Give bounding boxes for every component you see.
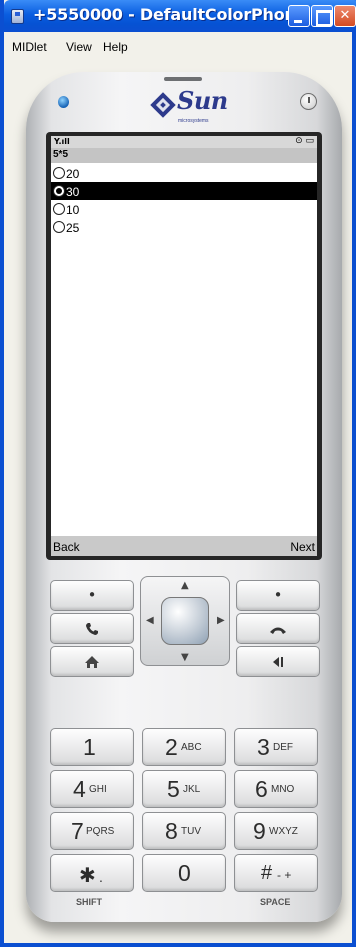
key-digit: 9	[253, 818, 266, 844]
key-digit: 4	[73, 776, 86, 802]
menu-bar: MIDlet View Help	[4, 32, 352, 62]
window-title: +5550000 - DefaultColorPhone	[33, 5, 307, 24]
phone-screen: Y.ıll ⊙ ▭ 5*5 20 30 10 25 Back Next	[51, 136, 317, 556]
key-letters: - +	[277, 868, 292, 882]
key-letters: GHI	[89, 784, 107, 795]
right-softkey-button[interactable]: •	[236, 580, 320, 611]
key-digit: 5	[167, 776, 180, 802]
app-icon	[11, 9, 24, 24]
dpad-left-icon[interactable]: ◀	[146, 615, 154, 626]
menu-view[interactable]: View	[66, 40, 92, 54]
radio-button[interactable]	[53, 203, 65, 215]
radio-button-checked[interactable]	[53, 185, 65, 197]
title-bar[interactable]: +5550000 - DefaultColorPhone ✕	[4, 0, 356, 32]
back-arrow-icon	[273, 657, 283, 667]
status-bar: Y.ıll ⊙ ▭	[51, 136, 317, 148]
minimize-button[interactable]	[288, 5, 310, 27]
key-2[interactable]: 2 ABC	[142, 728, 226, 766]
key-star[interactable]: ✱ .	[50, 854, 134, 892]
key-0[interactable]: 0	[142, 854, 226, 892]
close-button[interactable]: ✕	[334, 5, 356, 27]
home-icon	[85, 656, 99, 668]
key-digit: 1	[83, 734, 96, 760]
emulator-window: +5550000 - DefaultColorPhone ✕ MIDlet Vi…	[0, 0, 356, 947]
key-3[interactable]: 3 DEF	[234, 728, 318, 766]
brand-name: Sun	[177, 86, 228, 115]
dpad: ▲ ▼ ◀ ▶	[140, 576, 230, 666]
softkey-bar: Back Next	[51, 536, 317, 556]
radio-button[interactable]	[53, 221, 65, 233]
dpad-select-button[interactable]	[161, 597, 209, 645]
key-digit: 8	[165, 818, 178, 844]
choice-label: 25	[66, 221, 80, 235]
choice-item[interactable]: 20	[51, 164, 317, 182]
home-button[interactable]	[50, 646, 134, 677]
key-digit: 3	[257, 734, 270, 760]
dpad-down-icon[interactable]: ▼	[181, 652, 189, 663]
key-digit: 0	[178, 860, 191, 886]
key-digit: 2	[165, 734, 178, 760]
space-label: SPACE	[260, 897, 291, 907]
key-letters: PQRS	[86, 826, 115, 837]
key-letters: WXYZ	[269, 826, 298, 837]
clear-button[interactable]	[236, 646, 320, 677]
key-letters: .	[99, 869, 103, 885]
key-letters: JKL	[183, 784, 201, 795]
choice-label: 10	[66, 203, 80, 217]
key-6[interactable]: 6 MNO	[234, 770, 318, 808]
key-9[interactable]: 9 WXYZ	[234, 812, 318, 850]
key-digit: #	[261, 862, 273, 884]
key-digit: 6	[255, 776, 268, 802]
phone-icon	[86, 623, 98, 635]
led-indicator	[58, 96, 69, 108]
key-letters: DEF	[273, 742, 293, 753]
dpad-up-icon[interactable]: ▲	[181, 580, 189, 591]
hangup-icon	[270, 627, 286, 634]
back-command[interactable]: Back	[53, 540, 80, 554]
brand-subtitle: microsystems	[178, 118, 209, 124]
key-1[interactable]: 1	[50, 728, 134, 766]
key-5[interactable]: 5 JKL	[142, 770, 226, 808]
next-command[interactable]: Next	[290, 540, 315, 554]
battery-icon: ⊙ ▭	[295, 136, 314, 146]
key-4[interactable]: 4 GHI	[50, 770, 134, 808]
maximize-button[interactable]	[311, 5, 333, 27]
form-title: 5*5	[51, 148, 317, 163]
key-8[interactable]: 8 TUV	[142, 812, 226, 850]
left-softkey-button[interactable]: •	[50, 580, 134, 611]
key-digit: ✱	[79, 865, 96, 887]
end-call-button[interactable]	[236, 613, 320, 644]
choice-item[interactable]: 10	[51, 200, 317, 218]
choice-item-selected[interactable]: 30	[51, 182, 317, 200]
menu-help[interactable]: Help	[103, 40, 128, 54]
key-hash[interactable]: # - +	[234, 854, 318, 892]
power-button-icon[interactable]	[300, 93, 317, 110]
choice-label: 20	[66, 167, 80, 181]
shift-label: SHIFT	[76, 897, 102, 907]
key-7[interactable]: 7 PQRS	[50, 812, 134, 850]
signal-icon: Y.ıll	[54, 137, 70, 146]
choice-item[interactable]: 25	[51, 218, 317, 236]
call-button[interactable]	[50, 613, 134, 644]
menu-midlet[interactable]: MIDlet	[12, 40, 47, 54]
key-letters: MNO	[271, 784, 295, 795]
phone-body: Sun microsystems Y.ıll ⊙ ▭ 5*5 20 30 10	[26, 72, 342, 922]
dpad-right-icon[interactable]: ▶	[217, 615, 225, 626]
choice-label: 30	[66, 185, 80, 199]
key-letters: ABC	[181, 742, 202, 753]
key-letters: TUV	[181, 826, 201, 837]
radio-button[interactable]	[53, 167, 65, 179]
key-digit: 7	[71, 818, 84, 844]
